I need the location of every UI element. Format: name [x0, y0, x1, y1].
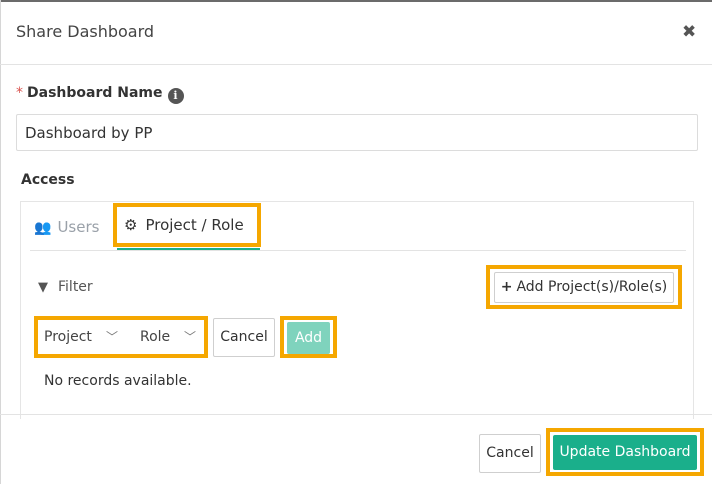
filter-toggle[interactable]: ▼ Filter [38, 279, 93, 295]
highlight-project-role-tab [113, 203, 261, 247]
dashboard-name-label: * Dashboard Name i [16, 85, 184, 104]
add-project-role-label: Add Project(s)/Role(s) [516, 279, 668, 295]
footer-divider [0, 414, 712, 415]
tab-divider [30, 250, 686, 251]
dashboard-name-input[interactable] [16, 114, 698, 151]
filter-label: Filter [58, 279, 93, 295]
tab-users-label: Users [57, 218, 100, 236]
update-dashboard-button[interactable]: Update Dashboard [553, 435, 697, 470]
project-select[interactable]: Project ﹀ [44, 324, 124, 350]
filter-icon: ▼ [38, 280, 48, 295]
role-select[interactable]: Role ﹀ [140, 324, 202, 350]
chevron-down-icon: ﹀ [105, 330, 118, 344]
plus-icon: + [500, 279, 513, 295]
info-icon[interactable]: i [167, 88, 184, 104]
header-divider [0, 64, 712, 65]
add-project-role-button[interactable]: + Add Project(s)/Role(s) [494, 272, 674, 303]
tab-users[interactable]: 👥 Users [34, 218, 99, 236]
dashboard-name-label-text: Dashboard Name [27, 85, 163, 101]
add-button[interactable]: Add [287, 322, 330, 354]
required-mark: * [16, 85, 23, 101]
dialog-title: Share Dashboard [16, 22, 155, 41]
users-icon: 👥 [34, 220, 52, 236]
active-tab-indicator [117, 248, 260, 250]
chevron-down-icon: ﹀ [183, 330, 196, 344]
close-icon[interactable]: ✖ [682, 22, 696, 42]
access-label: Access [21, 172, 75, 188]
row-cancel-button[interactable]: Cancel [213, 318, 275, 357]
project-select-value: Project [44, 329, 92, 345]
cancel-button[interactable]: Cancel [479, 434, 541, 473]
role-select-value: Role [140, 329, 171, 345]
empty-message: No records available. [44, 373, 192, 389]
